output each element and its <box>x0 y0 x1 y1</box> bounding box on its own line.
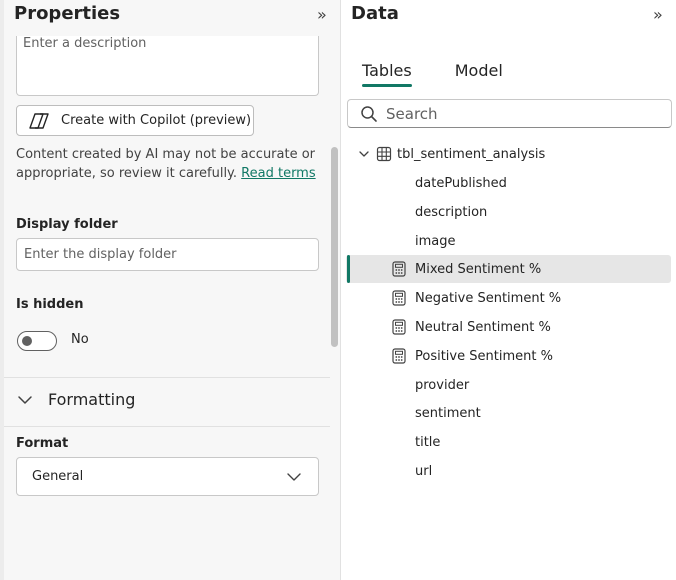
field-label: description <box>415 204 488 220</box>
field-item[interactable]: Mixed Sentiment % <box>346 255 671 283</box>
properties-pane: Properties » Enter a description Create … <box>0 0 341 580</box>
calculator-icon <box>392 348 406 364</box>
toggle-knob <box>22 336 32 346</box>
search-box[interactable] <box>347 99 672 128</box>
field-label: title <box>415 434 441 450</box>
data-tabs: Tables Model <box>362 61 546 87</box>
is-hidden-toggle[interactable] <box>17 331 57 351</box>
chevron-down-icon <box>359 151 369 157</box>
read-terms-link[interactable]: Read terms <box>241 166 315 181</box>
chevron-down-icon <box>18 395 32 404</box>
chevron-down-icon <box>287 472 301 481</box>
description-placeholder: Enter a description <box>23 36 147 51</box>
create-with-copilot-button[interactable]: Create with Copilot (preview) <box>16 105 254 136</box>
format-label: Format <box>16 436 69 451</box>
format-dropdown[interactable]: General <box>16 457 319 496</box>
data-pane: Data » Tables Model tbl_sentiment_analys… <box>342 0 676 580</box>
field-label: Negative Sentiment % <box>415 290 562 306</box>
field-label: Neutral Sentiment % <box>415 319 551 335</box>
field-item[interactable]: image <box>346 227 671 255</box>
selection-indicator <box>347 255 350 283</box>
properties-scrollbar[interactable] <box>331 147 338 347</box>
field-item[interactable]: Neutral Sentiment % <box>346 313 671 341</box>
search-icon <box>361 105 377 122</box>
collapse-data-icon[interactable]: » <box>653 5 663 24</box>
description-field[interactable]: Enter a description <box>16 36 319 96</box>
ai-disclaimer: Content created by AI may not be accurat… <box>16 145 316 183</box>
copilot-button-label: Create with Copilot (preview) <box>61 113 252 128</box>
field-item[interactable]: datePublished <box>346 169 671 197</box>
field-label: Positive Sentiment % <box>415 348 553 364</box>
field-item[interactable]: url <box>346 457 671 485</box>
field-label: image <box>415 233 456 249</box>
table-name: tbl_sentiment_analysis <box>397 146 546 162</box>
display-folder-placeholder: Enter the display folder <box>24 247 177 262</box>
field-item[interactable]: sentiment <box>346 399 671 427</box>
format-value: General <box>32 469 84 484</box>
display-folder-label: Display folder <box>16 217 118 232</box>
formatting-section-header[interactable]: Formatting <box>16 390 135 409</box>
field-item[interactable]: provider <box>346 371 671 399</box>
tab-model[interactable]: Model <box>455 61 503 87</box>
field-item[interactable]: title <box>346 428 671 456</box>
pane-edge <box>0 0 4 580</box>
field-label: Mixed Sentiment % <box>415 261 542 277</box>
calculator-icon <box>392 261 406 277</box>
divider <box>4 377 330 378</box>
copilot-icon <box>29 111 51 131</box>
table-node[interactable]: tbl_sentiment_analysis <box>358 143 545 165</box>
table-icon <box>376 146 392 162</box>
field-item[interactable]: description <box>346 198 671 226</box>
collapse-properties-icon[interactable]: » <box>317 5 327 24</box>
calculator-icon <box>392 290 406 306</box>
tab-tables[interactable]: Tables <box>362 61 412 87</box>
display-folder-input[interactable]: Enter the display folder <box>16 238 319 271</box>
is-hidden-value: No <box>71 332 89 347</box>
field-item[interactable]: Positive Sentiment % <box>346 342 671 370</box>
field-label: datePublished <box>415 175 507 191</box>
field-label: url <box>415 463 433 479</box>
data-title: Data <box>351 3 399 24</box>
is-hidden-label: Is hidden <box>16 297 84 312</box>
properties-title: Properties <box>14 3 121 24</box>
calculator-icon <box>392 319 406 335</box>
field-label: provider <box>415 377 470 393</box>
search-input[interactable] <box>386 104 646 123</box>
field-label: sentiment <box>415 405 481 421</box>
divider <box>4 426 330 427</box>
field-item[interactable]: Negative Sentiment % <box>346 284 671 312</box>
formatting-label: Formatting <box>48 390 136 409</box>
